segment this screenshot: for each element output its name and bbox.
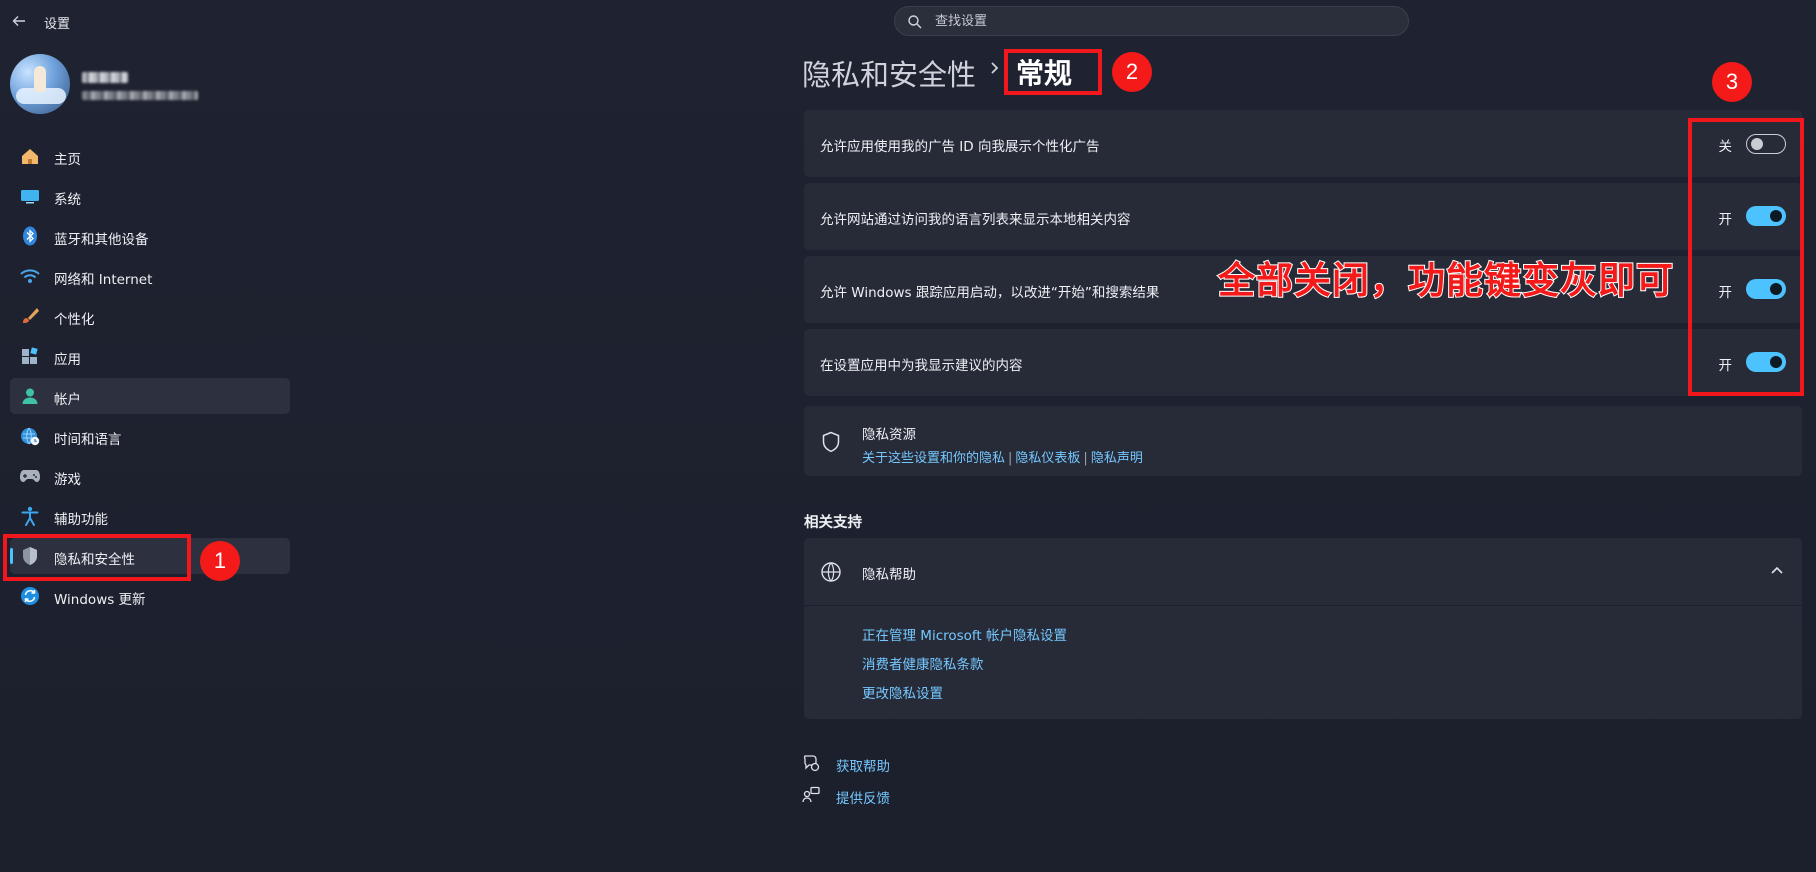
setting-row-suggested-content: 在设置应用中为我显示建议的内容 开 xyxy=(804,329,1802,396)
chevron-up-icon[interactable] xyxy=(1770,565,1784,575)
bluetooth-icon xyxy=(20,226,40,246)
sidebar-item-accounts[interactable]: 帐户 xyxy=(10,378,290,414)
globe-icon xyxy=(821,562,841,582)
annotation-badge-step2: 2 xyxy=(1112,52,1152,92)
search-input[interactable] xyxy=(935,11,1395,31)
sidebar-item-windows-update[interactable]: Windows 更新 xyxy=(10,578,290,614)
globe-clock-icon xyxy=(20,427,40,446)
sidebar-item-apps[interactable]: 应用 xyxy=(10,338,290,374)
link-privacy-dashboard[interactable]: 隐私仪表板 xyxy=(1015,451,1080,466)
get-help-link[interactable]: 获取帮助 xyxy=(836,755,890,775)
link-privacy-statement[interactable]: 隐私声明 xyxy=(1091,451,1143,466)
gamepad-icon xyxy=(20,467,40,485)
title-bar: 设置 xyxy=(0,0,300,42)
feedback-link[interactable]: 提供反馈 xyxy=(836,787,890,807)
search-icon xyxy=(908,15,922,29)
sidebar-item-accessibility[interactable]: 辅助功能 xyxy=(10,498,290,534)
sidebar-item-system[interactable]: 系统 xyxy=(10,178,290,214)
get-help-icon xyxy=(803,755,820,772)
sidebar-item-home[interactable]: 主页 xyxy=(10,138,290,174)
annotation-badge-step3: 3 xyxy=(1712,62,1752,102)
avatar[interactable] xyxy=(10,54,70,114)
apps-icon xyxy=(20,347,40,365)
accessibility-icon xyxy=(20,506,40,526)
privacy-help-title: 隐私帮助 xyxy=(862,567,916,583)
profile-name-blurred xyxy=(82,72,128,83)
annotation-box-step2 xyxy=(1004,49,1102,95)
privacy-help-body: 正在管理 Microsoft 帐户隐私设置 消费者健康隐私条款 更改隐私设置 xyxy=(804,606,1802,719)
wifi-icon xyxy=(20,267,40,285)
profile-email-blurred xyxy=(82,91,198,100)
feedback-icon xyxy=(802,786,820,803)
back-button[interactable] xyxy=(9,11,29,31)
privacy-help-header[interactable]: 隐私帮助 xyxy=(804,538,1802,605)
search-box[interactable] xyxy=(894,6,1409,36)
home-icon xyxy=(20,147,40,165)
brush-icon xyxy=(20,307,40,325)
settings-window: 设置 主页 系统 蓝牙和其他设备 网络和 Internet 个性化 xyxy=(0,0,1816,872)
annotation-box-step3 xyxy=(1688,118,1804,396)
link-change-privacy-settings[interactable]: 更改隐私设置 xyxy=(862,682,943,702)
link-consumer-health-privacy[interactable]: 消费者健康隐私条款 xyxy=(862,653,984,673)
annotation-box-step1 xyxy=(3,534,191,581)
update-icon xyxy=(20,587,40,605)
link-about-settings-privacy[interactable]: 关于这些设置和你的隐私 xyxy=(862,451,1005,466)
privacy-resources-links: 关于这些设置和你的隐私 | 隐私仪表板 | 隐私声明 xyxy=(862,451,1143,466)
setting-row-language-list: 允许网站通过访问我的语言列表来显示本地相关内容 开 xyxy=(804,183,1802,250)
sidebar-item-network[interactable]: 网络和 Internet xyxy=(10,258,290,294)
link-manage-microsoft-account-privacy[interactable]: 正在管理 Microsoft 帐户隐私设置 xyxy=(862,624,1067,644)
annotation-instruction: 全部关闭，功能键变灰即可 xyxy=(1217,258,1674,303)
monitor-icon xyxy=(20,187,40,205)
app-title: 设置 xyxy=(44,17,71,32)
person-icon xyxy=(20,387,40,405)
privacy-resources-title: 隐私资源 xyxy=(862,427,916,443)
arrow-left-icon xyxy=(12,16,25,26)
breadcrumb-parent[interactable]: 隐私和安全性 xyxy=(802,52,976,94)
sidebar-item-personalization[interactable]: 个性化 xyxy=(10,298,290,334)
shield-outline-icon xyxy=(822,431,840,453)
setting-row-advertising-id: 允许应用使用我的广告 ID 向我展示个性化广告 关 xyxy=(804,110,1802,177)
privacy-resources-card: 隐私资源 关于这些设置和你的隐私 | 隐私仪表板 | 隐私声明 xyxy=(804,406,1802,476)
chevron-right-icon xyxy=(991,62,999,74)
annotation-badge-step1: 1 xyxy=(200,541,240,581)
related-support-heading: 相关支持 xyxy=(804,515,862,531)
sidebar-item-gaming[interactable]: 游戏 xyxy=(10,458,290,494)
sidebar-item-bluetooth[interactable]: 蓝牙和其他设备 xyxy=(10,218,290,254)
sidebar-item-time-language[interactable]: 时间和语言 xyxy=(10,418,290,454)
